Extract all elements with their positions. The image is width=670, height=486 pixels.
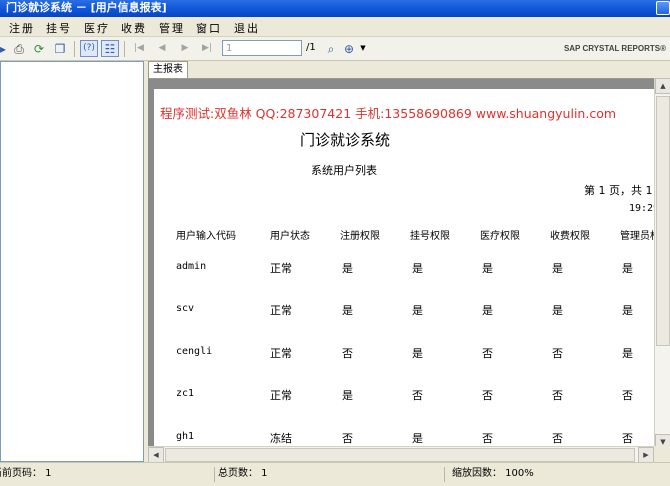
table-cell: 否 bbox=[342, 347, 353, 360]
help-icon[interactable]: (?) bbox=[80, 40, 98, 57]
report-header-line: 程序测试:双鱼林 QQ:287307421 手机:13558690869 www… bbox=[160, 106, 617, 121]
crystal-reports-logo: SAP CRYSTAL REPORTS® bbox=[563, 44, 666, 53]
table-cell: 否 bbox=[482, 432, 493, 445]
table-cell: 正常 bbox=[270, 304, 292, 317]
table-cell: 否 bbox=[552, 389, 563, 402]
print-icon[interactable]: ⎙ bbox=[10, 40, 28, 57]
table-cell: 是 bbox=[342, 262, 353, 275]
table-cell: 正常 bbox=[270, 262, 292, 275]
table-cell: 否 bbox=[482, 389, 493, 402]
tab-main-report[interactable]: 主报表 bbox=[148, 61, 188, 78]
table-cell: 正常 bbox=[270, 389, 292, 402]
report-title: 门诊就诊系统 bbox=[300, 131, 391, 149]
vertical-scroll-thumb[interactable] bbox=[656, 96, 670, 346]
menu-medical[interactable]: 医疗 bbox=[84, 20, 110, 36]
table-cell: 是 bbox=[622, 347, 633, 360]
column-header-user-code: 用户输入代码 bbox=[176, 231, 236, 242]
table-cell: 否 bbox=[552, 432, 563, 445]
maximize-button[interactable] bbox=[656, 1, 670, 15]
report-page: 程序测试:双鱼林 QQ:287307421 手机:13558690869 www… bbox=[154, 89, 670, 450]
toolbar-separator bbox=[124, 41, 125, 57]
table-cell: 否 bbox=[482, 347, 493, 360]
menu-registration[interactable]: 挂号 bbox=[46, 20, 72, 36]
report-viewport: 程序测试:双鱼林 QQ:287307421 手机:13558690869 www… bbox=[148, 78, 670, 450]
report-toolbar: ▸ ⎙ ⟳ ❐ (?) ☷ |◀ ◀ ▶ ▶| /1 ⌕ ⊕ ▼ SAP CRY… bbox=[0, 37, 670, 61]
menu-charge[interactable]: 收费 bbox=[121, 20, 147, 36]
table-cell: 否 bbox=[552, 347, 563, 360]
table-cell: 是 bbox=[342, 304, 353, 317]
search-icon[interactable]: ⌕ bbox=[322, 40, 340, 57]
table-cell: 否 bbox=[342, 432, 353, 445]
table-cell: scv bbox=[176, 303, 195, 314]
table-cell: 是 bbox=[412, 347, 423, 360]
menu-manage[interactable]: 管理 bbox=[159, 20, 185, 36]
first-page-icon[interactable]: |◀ bbox=[130, 40, 148, 57]
menu-register[interactable]: 注册 bbox=[9, 20, 35, 36]
table-cell: 是 bbox=[552, 304, 563, 317]
scroll-up-icon[interactable]: ▲ bbox=[655, 78, 670, 94]
last-page-icon[interactable]: ▶| bbox=[198, 40, 216, 57]
page-total-label: /1 bbox=[306, 42, 316, 53]
status-zoom: 缩放因数： 100% bbox=[452, 468, 534, 479]
table-cell: 是 bbox=[622, 304, 633, 317]
table-cell: 冻结 bbox=[270, 432, 292, 445]
column-header-registration-permission: 挂号权限 bbox=[410, 231, 450, 242]
table-cell: 是 bbox=[552, 262, 563, 275]
page-number-input[interactable] bbox=[222, 40, 302, 56]
table-cell: 否 bbox=[622, 389, 633, 402]
horizontal-scroll-thumb[interactable] bbox=[165, 448, 635, 462]
status-total-pages: 总页数： 1 bbox=[218, 467, 445, 482]
title-bar: 门诊就诊系统 － [用户信息报表] bbox=[0, 0, 670, 17]
column-header-register-permission: 注册权限 bbox=[340, 231, 380, 242]
menu-bar: 注册 挂号 医疗 收费 管理 窗口 退出 bbox=[0, 17, 670, 37]
column-header-medical-permission: 医疗权限 bbox=[480, 231, 520, 242]
toolbar-separator bbox=[74, 41, 75, 57]
table-cell: 是 bbox=[412, 432, 423, 445]
report-subtitle: 系统用户列表 bbox=[311, 164, 377, 177]
table-cell: 否 bbox=[622, 432, 633, 445]
table-cell: 是 bbox=[342, 389, 353, 402]
table-cell: 是 bbox=[622, 262, 633, 275]
menu-window[interactable]: 窗口 bbox=[196, 20, 222, 36]
group-tree-toggle-icon[interactable]: ☷ bbox=[101, 40, 119, 57]
column-header-user-status: 用户状态 bbox=[270, 231, 310, 242]
next-page-icon[interactable]: ▶ bbox=[176, 40, 194, 57]
status-current-page: 当前页码： 1 bbox=[0, 467, 215, 482]
table-cell: gh1 bbox=[176, 431, 195, 442]
report-tab-strip: 主报表 bbox=[148, 61, 670, 78]
table-cell: admin bbox=[176, 261, 207, 272]
window-title: 门诊就诊系统 － [用户信息报表] bbox=[6, 1, 167, 14]
status-bar: 当前页码： 1 总页数： 1 缩放因数： 100% bbox=[0, 462, 670, 486]
scroll-left-icon[interactable]: ◀ bbox=[148, 447, 164, 463]
zoom-dropdown-chevron-down-icon[interactable]: ▼ bbox=[354, 40, 372, 57]
vertical-scrollbar[interactable]: ▲ ▼ bbox=[654, 78, 670, 450]
table-cell: 正常 bbox=[270, 347, 292, 360]
horizontal-scrollbar[interactable]: ◀ ▶ bbox=[148, 446, 654, 463]
table-cell: 是 bbox=[482, 304, 493, 317]
table-cell: 否 bbox=[412, 389, 423, 402]
group-tree-panel[interactable] bbox=[0, 61, 144, 462]
refresh-icon[interactable]: ⟳ bbox=[30, 40, 48, 57]
scroll-right-icon[interactable]: ▶ bbox=[638, 447, 654, 463]
table-cell: 是 bbox=[412, 262, 423, 275]
previous-page-icon[interactable]: ◀ bbox=[153, 40, 171, 57]
table-cell: 是 bbox=[482, 262, 493, 275]
column-header-charge-permission: 收费权限 bbox=[550, 231, 590, 242]
scrollbar-corner bbox=[654, 446, 670, 462]
copy-icon[interactable]: ❐ bbox=[51, 40, 69, 57]
menu-exit[interactable]: 退出 bbox=[234, 20, 260, 36]
table-cell: zc1 bbox=[176, 388, 195, 399]
table-cell: cengli bbox=[176, 346, 213, 357]
table-cell: 是 bbox=[412, 304, 423, 317]
